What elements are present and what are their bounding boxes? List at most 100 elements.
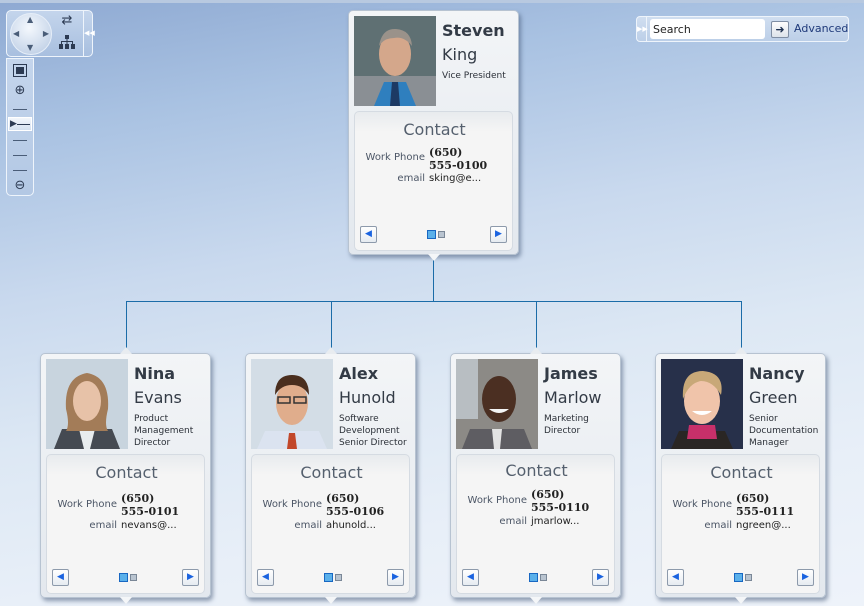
previous-page-button[interactable]: ◀: [52, 569, 69, 586]
first-name: Nancy: [749, 364, 805, 383]
first-name: Steven: [442, 21, 505, 40]
email-value[interactable]: ngreen@...: [736, 520, 791, 531]
top-border: [0, 0, 864, 3]
arrow-right-icon: ➜: [775, 23, 785, 36]
previous-page-button[interactable]: ◀: [667, 569, 684, 586]
page-indicator-active[interactable]: [119, 573, 128, 582]
connector-line: [433, 258, 434, 301]
work-phone-label: Work Phone: [365, 152, 425, 163]
hierarchy-icon[interactable]: [58, 35, 76, 51]
zoom-out-icon[interactable]: ⊖: [13, 179, 27, 193]
contact-panel: Contact Work Phone (650) 555-0100 email s…: [354, 111, 513, 251]
next-page-button[interactable]: ▶: [387, 569, 404, 586]
employee-card-root[interactable]: Steven King Vice President Contact Work …: [348, 10, 519, 261]
page-indicator[interactable]: [130, 574, 137, 581]
contact-heading: Contact: [505, 461, 568, 480]
email-label: email: [704, 520, 732, 531]
contact-heading: Contact: [300, 463, 363, 482]
next-page-button[interactable]: ▶: [797, 569, 814, 586]
avatar: [354, 16, 436, 106]
avatar: [661, 359, 743, 449]
expand-notch[interactable]: [735, 597, 747, 604]
search-go-button[interactable]: ➜: [771, 21, 789, 38]
zoom-tick: [13, 155, 27, 156]
page-indicator-active[interactable]: [529, 573, 538, 582]
page-indicator[interactable]: [438, 231, 445, 238]
connector-line: [536, 301, 537, 353]
page-indicator[interactable]: [540, 574, 547, 581]
email-value[interactable]: nevans@...: [121, 520, 177, 531]
pan-dpad-icon[interactable]: ▲ ▼ ◀ ▶: [10, 13, 52, 55]
work-phone-label: Work Phone: [57, 499, 117, 510]
connector-line: [126, 301, 127, 353]
zoom-in-icon[interactable]: ⊕: [13, 84, 27, 98]
connector-line: [126, 301, 742, 302]
next-page-button[interactable]: ▶: [490, 226, 507, 243]
first-name: Nina: [134, 364, 176, 383]
email-label: email: [89, 520, 117, 531]
work-phone-value: (650) 555-0110: [531, 488, 590, 514]
zoom-to-fit-icon[interactable]: [13, 64, 27, 78]
page-indicator[interactable]: [745, 574, 752, 581]
contact-panel: Contact Work Phone (650) 555-0106 email a…: [251, 454, 410, 594]
advanced-search-link[interactable]: Advanced: [794, 22, 848, 35]
page-indicator[interactable]: [335, 574, 342, 581]
first-name: Alex: [339, 364, 379, 383]
contact-heading: Contact: [710, 463, 773, 482]
pan-left-icon[interactable]: ◀: [13, 30, 19, 38]
next-page-button[interactable]: ▶: [592, 569, 609, 586]
navigation-control-panel: ▲ ▼ ◀ ▶ ⇄ ◀◀: [6, 10, 95, 57]
page-indicator-active[interactable]: [324, 573, 333, 582]
previous-page-button[interactable]: ◀: [257, 569, 274, 586]
email-label: email: [294, 520, 322, 531]
pan-up-icon[interactable]: ▲: [27, 16, 33, 24]
last-name: Marlow: [544, 388, 602, 407]
expand-notch[interactable]: [530, 597, 542, 604]
email-value[interactable]: sking@e...: [429, 173, 481, 184]
contact-panel: Contact Work Phone (650) 555-0111 email n…: [661, 454, 820, 594]
pan-right-icon[interactable]: ▶: [43, 30, 49, 38]
work-phone-value: (650) 555-0106: [326, 492, 385, 518]
work-phone-value: (650) 555-0111: [736, 492, 795, 518]
last-name: Hunold: [339, 388, 396, 407]
email-value[interactable]: jmarlow...: [531, 516, 579, 527]
expand-notch[interactable]: [120, 597, 132, 604]
work-phone-label: Work Phone: [672, 499, 732, 510]
page-indicator-active[interactable]: [734, 573, 743, 582]
zoom-slider-thumb[interactable]: ▶: [8, 117, 32, 131]
job-title: Vice President: [442, 71, 506, 81]
next-page-button[interactable]: ▶: [182, 569, 199, 586]
expand-icon[interactable]: ▶▶: [637, 17, 648, 41]
employee-card[interactable]: Alex Hunold Software Development Senior …: [245, 347, 416, 604]
work-phone-label: Work Phone: [262, 499, 322, 510]
search-panel: ▶▶ ➜ Advanced: [636, 16, 849, 42]
swap-icon[interactable]: ⇄: [58, 13, 76, 29]
search-input[interactable]: [650, 19, 765, 39]
job-title: Marketing Director: [544, 414, 589, 436]
page-indicator-active[interactable]: [427, 230, 436, 239]
previous-page-button[interactable]: ◀: [360, 226, 377, 243]
avatar: [251, 359, 333, 449]
zoom-tick: [13, 140, 27, 141]
email-value[interactable]: ahunold...: [326, 520, 376, 531]
employee-card[interactable]: Nina Evans Product Management Director C…: [40, 347, 211, 604]
email-label: email: [397, 173, 425, 184]
employee-card[interactable]: James Marlow Marketing Director Contact …: [450, 347, 621, 604]
parent-notch: [120, 347, 132, 354]
expand-notch[interactable]: [325, 597, 337, 604]
job-title: Software Development Senior Director: [339, 414, 407, 448]
parent-notch: [325, 347, 337, 354]
employee-card[interactable]: Nancy Green Senior Documentation Manager…: [655, 347, 826, 604]
last-name: Green: [749, 388, 798, 407]
collapse-icon[interactable]: ◀◀: [83, 11, 95, 56]
email-label: email: [499, 516, 527, 527]
expand-notch[interactable]: [428, 254, 440, 261]
work-phone-value: (650) 555-0100: [429, 146, 488, 172]
avatar: [456, 359, 538, 449]
zoom-control: ⊕ ▶ ⊖: [6, 58, 34, 196]
pan-down-icon[interactable]: ▼: [27, 44, 33, 52]
first-name: James: [544, 364, 598, 383]
previous-page-button[interactable]: ◀: [462, 569, 479, 586]
zoom-tick: [13, 170, 27, 171]
contact-panel: Contact Work Phone (650) 555-0101 email n…: [46, 454, 205, 594]
